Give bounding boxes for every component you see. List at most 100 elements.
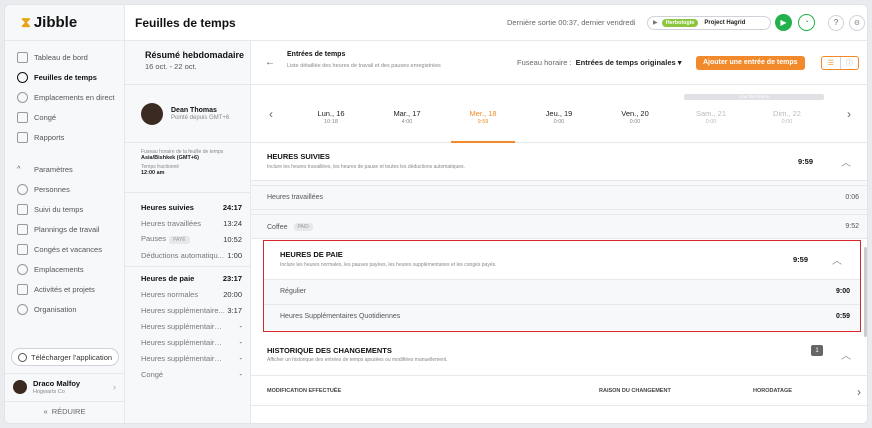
people-icon: [17, 183, 28, 195]
info-view-icon[interactable]: ⓘ: [839, 56, 859, 69]
change-history-header[interactable]: HISTORIQUE DES CHANGEMENTS Afficher un h…: [251, 332, 867, 376]
clock-icon: [17, 71, 28, 83]
user-org: Hogwarts Co: [33, 388, 65, 395]
collapse-sidebar-button[interactable]: «RÉDUIRE: [5, 401, 124, 421]
sidebar-item-people[interactable]: Personnes: [5, 179, 124, 199]
day-tab[interactable]: Dim., 22 0:00: [751, 85, 823, 143]
timer-button[interactable]: ◔: [798, 14, 815, 31]
chevron-up-icon[interactable]: ︿: [832, 252, 842, 267]
location-icon: [17, 263, 28, 275]
gear-icon: ⚙: [853, 19, 861, 27]
chevron-right-icon[interactable]: ›: [857, 385, 861, 399]
paid-badge: PAID: [293, 223, 313, 231]
day-selector: ‹ Jour De Repos Lun., 16 10:18 Mar., 17 4:…: [251, 85, 867, 143]
chevron-up-icon[interactable]: ︿: [841, 347, 851, 362]
weekly-summary: Résumé hebdomadaire 16 oct. - 22 oct. De…: [125, 41, 251, 423]
summary-title: Résumé hebdomadaire: [145, 50, 245, 60]
summary-row-overtime-3: Heures supplémentaires d...-: [141, 337, 242, 347]
employee-name: Dean Thomas: [171, 106, 217, 114]
help-button[interactable]: ?: [828, 14, 844, 31]
summary-row-overtime-2: Heures supplémentaires d...-: [141, 321, 242, 331]
entries-title: Entrées de temps: [287, 51, 346, 58]
sidebar-item-timesheets[interactable]: Feuilles de temps: [5, 67, 124, 87]
summary-row-normal: Heures normales 20:00: [141, 289, 242, 299]
sidebar-item-time-tracking[interactable]: Suivi du temps: [5, 199, 124, 219]
back-arrow-icon[interactable]: ←: [265, 57, 275, 68]
schedule-icon: [17, 223, 28, 235]
app-window: ⧗ Jibble Tableau de bord Feuilles de temp…: [4, 4, 868, 424]
employee-status: Pointé depuis GMT+6: [171, 114, 230, 121]
sidebar-item-work-schedules[interactable]: Plannings de travail: [5, 219, 124, 239]
chevron-right-icon: ›: [113, 381, 116, 392]
summary-row-payroll: Heures de paie 23:17: [141, 273, 242, 283]
clock-in-button[interactable]: ▶: [775, 14, 792, 31]
download-app-button[interactable]: Télécharger l'application: [11, 348, 119, 366]
page-title: Feuilles de temps: [135, 15, 236, 30]
summary-row-leave: Congé -: [141, 369, 242, 379]
sidebar-item-leave[interactable]: Congé: [5, 107, 124, 127]
sidebar-item-dashboard[interactable]: Tableau de bord: [5, 47, 124, 67]
play-small-icon: ▶: [653, 20, 658, 26]
settings-button[interactable]: ⚙: [849, 14, 865, 31]
download-icon: [18, 352, 27, 362]
paid-badge: PAYÉ: [169, 236, 190, 244]
sidebar-item-activities-projects[interactable]: Activités et projets: [5, 279, 124, 299]
payroll-row-daily-overtime: Heures Supplémentaires Quotidiennes 0:59: [264, 305, 860, 330]
report-icon: [17, 131, 28, 143]
timesheet-meta: Fuseau horaire de la feuille de temps As…: [125, 143, 250, 193]
last-clock-out: Dernière sortie 00:37, dernier vendredi: [507, 18, 636, 27]
payroll-hours-header[interactable]: HEURES DE PAIE Inclure les heures normal…: [264, 241, 860, 280]
summary-row-tracked: Heures suivies 24:17: [141, 202, 242, 212]
chevron-up-icon: ^: [17, 163, 21, 173]
help-icon: ?: [833, 18, 839, 27]
add-time-entry-button[interactable]: Ajouter une entrée de temps: [696, 55, 805, 70]
dashboard-icon: [17, 51, 28, 63]
tracked-hours-header[interactable]: HEURES SUIVIES Inclure les heures travai…: [251, 143, 867, 181]
day-tab-selected[interactable]: Mer., 18 9:59: [447, 85, 519, 143]
chevron-left-icon[interactable]: ‹: [269, 107, 273, 121]
summary-row-overtime-1: Heures supplémentaire... 3:17: [141, 305, 242, 315]
sidebar-item-reports[interactable]: Rapports: [5, 127, 124, 147]
list-view-icon[interactable]: ☰: [822, 57, 840, 69]
day-tab[interactable]: Sam., 21 0:00: [675, 85, 747, 143]
tag-icon: [17, 283, 28, 295]
user-menu[interactable]: Draco Malfoy Hogwarts Co ›: [5, 373, 124, 399]
view-toggle[interactable]: ☰ ⓘ: [821, 55, 859, 70]
holiday-icon: [17, 243, 28, 255]
scrollbar[interactable]: [864, 247, 867, 337]
time-tracking-icon: [17, 203, 28, 215]
change-history-section: HISTORIQUE DES CHANGEMENTS Afficher un h…: [251, 332, 867, 406]
payroll-hours-section: HEURES DE PAIE Inclure les heures normal…: [263, 240, 861, 332]
day-tab[interactable]: Jeu., 19 0:00: [523, 85, 595, 143]
sidebar-item-organization[interactable]: Organisation: [5, 299, 124, 319]
user-name: Draco Malfoy: [33, 378, 81, 388]
sidebar-item-locations[interactable]: Emplacements: [5, 259, 124, 279]
payroll-row-regular: Régulier 9:00: [264, 280, 860, 305]
tracked-row-worked: Heures travaillées 0:06: [251, 186, 867, 210]
activity-selector[interactable]: ▶ Herbologie Project Hagrid: [647, 15, 771, 30]
summary-row-worked: Heures travaillées 13:24: [141, 218, 242, 228]
sidebar-item-settings[interactable]: ^ Paramètres: [5, 159, 124, 179]
chevron-right-icon[interactable]: ›: [847, 107, 851, 121]
double-chevron-left-icon: «: [43, 407, 48, 416]
day-tab[interactable]: Mar., 17 4:00: [371, 85, 443, 143]
summary-row-auto-deductions: Déductions automatiqu... 1:00: [141, 250, 242, 260]
summary-row-breaks: Pauses PAYÉ 10:52: [141, 234, 242, 244]
entries-subtitle: Liste détaillée des heures de travail et…: [287, 63, 441, 69]
jibble-logo-icon: ⧗: [21, 14, 31, 30]
logo-text: Jibble: [33, 14, 78, 31]
day-tab[interactable]: Lun., 16 10:18: [295, 85, 367, 143]
logo[interactable]: ⧗ Jibble: [5, 5, 124, 41]
history-count-badge: 1: [811, 345, 823, 356]
project-name: Project Hagrid: [704, 19, 746, 26]
employee-card[interactable]: Dean Thomas Pointé depuis GMT+6: [125, 85, 250, 143]
chevron-up-icon[interactable]: ︿: [841, 154, 851, 169]
sidebar-item-live-locations[interactable]: Emplacements en direct: [5, 87, 124, 107]
sidebar-item-leave-holidays[interactable]: Congés et vacances: [5, 239, 124, 259]
activity-tag: Herbologie: [661, 18, 699, 27]
summary-row-overtime-4: Heures supplémentaires d...-: [141, 353, 242, 363]
stopwatch-icon: ◔: [804, 19, 809, 26]
timezone-selector[interactable]: Fuseau horaire : Entrées de temps origina…: [517, 58, 682, 67]
day-tab[interactable]: Ven., 20 0:00: [599, 85, 671, 143]
top-bar: Feuilles de temps Dernière sortie 00:37,…: [125, 5, 867, 41]
